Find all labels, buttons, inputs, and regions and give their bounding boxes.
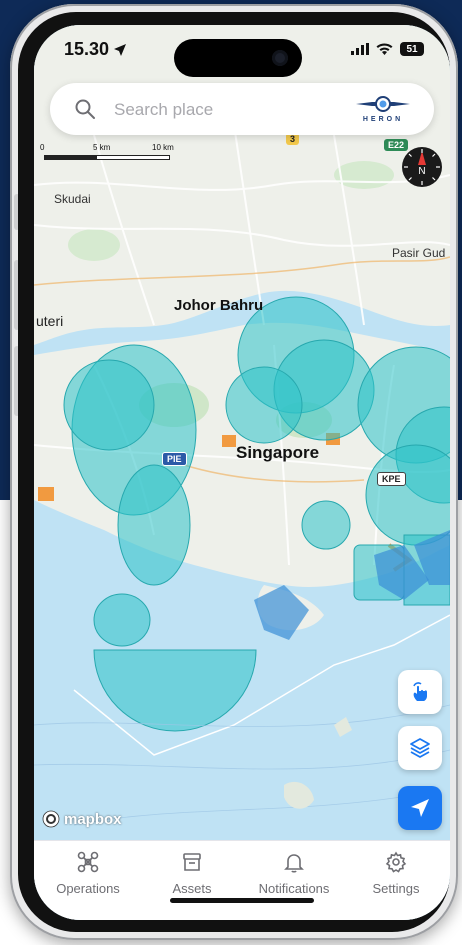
search-input[interactable] xyxy=(112,95,346,125)
tab-bar: Operations Assets Notifications Settings xyxy=(34,840,450,920)
status-bar: 15.30 51 xyxy=(34,25,450,77)
road-badge-pie: PIE xyxy=(162,452,187,466)
status-time: 15.30 xyxy=(64,39,127,60)
map-label-johor-bahru: Johor Bahru xyxy=(174,297,264,314)
status-time-text: 15.30 xyxy=(64,39,110,59)
tab-operations-label: Operations xyxy=(56,881,120,896)
camera-icon xyxy=(272,50,288,66)
scale-label-10km: 10 km xyxy=(152,143,174,152)
tab-settings[interactable]: Settings xyxy=(346,851,446,905)
drone-icon xyxy=(77,851,99,873)
tab-assets[interactable]: Assets xyxy=(142,851,242,905)
tab-notifications[interactable]: Notifications xyxy=(240,851,348,905)
mapbox-text: mapbox xyxy=(64,810,122,828)
mapbox-attribution[interactable]: mapbox xyxy=(42,810,122,828)
scale-label-5km: 5 km xyxy=(93,143,111,152)
cellular-signal-icon xyxy=(351,43,369,55)
heron-logo-icon xyxy=(356,96,410,112)
scale-label-0: 0 xyxy=(40,143,45,152)
app-screen: Skudai Pasir Gud Johor Bahru uteri Singa… xyxy=(34,25,450,920)
bell-icon xyxy=(284,854,304,873)
battery-indicator: 51 xyxy=(400,42,424,56)
mapbox-logo-icon xyxy=(42,810,60,828)
home-indicator[interactable] xyxy=(170,898,314,903)
tab-settings-label: Settings xyxy=(372,881,420,896)
dynamic-island xyxy=(174,39,302,77)
archive-box-icon xyxy=(183,853,201,871)
layers-button[interactable] xyxy=(398,726,442,770)
heron-logo: HERON xyxy=(354,93,412,127)
heron-logo-text: HERON xyxy=(362,116,404,123)
compass-label: N xyxy=(418,166,425,177)
layers-icon xyxy=(410,738,430,758)
map-scale: 0 5 km 10 km xyxy=(38,143,188,165)
map-label-pasir-gudang: Pasir Gud xyxy=(392,246,446,260)
search-icon xyxy=(75,99,95,119)
navigation-arrow-icon xyxy=(411,799,429,817)
scale-bar xyxy=(44,155,170,160)
map-label-uteri: uteri xyxy=(36,313,64,329)
map-label-skudai: Skudai xyxy=(54,192,91,206)
wifi-icon xyxy=(376,43,393,55)
locate-me-button[interactable] xyxy=(398,786,442,830)
gesture-mode-button[interactable] xyxy=(398,670,442,714)
hand-tap-icon xyxy=(413,682,427,701)
tab-assets-label: Assets xyxy=(172,881,212,896)
search-bar[interactable]: HERON xyxy=(50,83,434,135)
status-right: 51 xyxy=(351,42,424,56)
road-badge-kpe: KPE xyxy=(377,472,406,486)
compass-icon: N xyxy=(404,149,440,185)
compass-button[interactable]: N xyxy=(402,147,442,187)
map-label-singapore: Singapore xyxy=(236,443,320,462)
location-arrow-icon xyxy=(114,43,127,56)
tab-operations[interactable]: Operations xyxy=(38,851,138,905)
tab-notifications-label: Notifications xyxy=(258,881,330,896)
gear-icon xyxy=(385,851,407,873)
